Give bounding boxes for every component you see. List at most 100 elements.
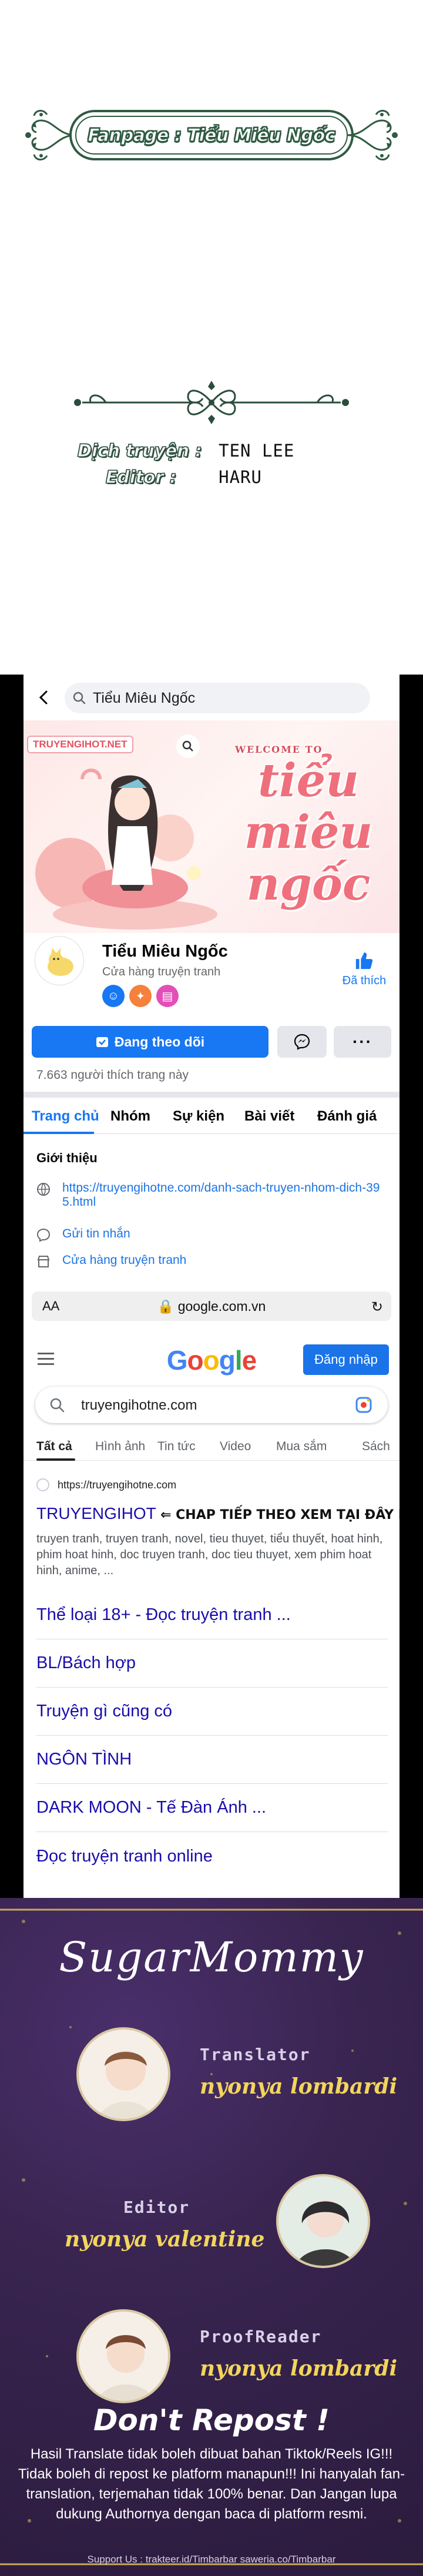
intro-shop-row[interactable]: Cửa hàng truyện tranh — [36, 1253, 186, 1269]
credit-translation-label: Dịch truyện : — [78, 441, 203, 461]
follow-label: Đang theo dõi — [114, 1034, 205, 1049]
likes-count: 7.663 người thích trang này — [36, 1068, 189, 1082]
intro-shop-link[interactable]: Cửa hàng truyện tranh — [62, 1253, 186, 1267]
back-arrow-icon[interactable] — [36, 690, 52, 705]
flourish-divider-icon — [74, 381, 349, 424]
result-title-link[interactable]: TRUYENGIHOT — [36, 1504, 156, 1522]
reload-icon[interactable]: ↻ — [371, 1299, 383, 1316]
sitelink-5[interactable]: DARK MOON - Tế Đàn Ánh ... — [36, 1784, 388, 1832]
sitelink-3[interactable]: Truyện gì cũng có — [36, 1688, 388, 1736]
sitelink-4[interactable]: NGÔN TÌNH — [36, 1736, 388, 1784]
cover-site-badge: TRUYENGIHOT.NET — [27, 736, 133, 753]
follow-check-icon — [96, 1037, 108, 1047]
badge-orange-icon: ✦ — [129, 985, 152, 1007]
google-tab-images[interactable]: Hình ảnh — [95, 1440, 145, 1454]
badge-pink-icon: ▤ — [156, 985, 179, 1007]
intro-message-link[interactable]: Gửi tin nhắn — [62, 1227, 130, 1241]
google-header: Google Đăng nhập — [24, 1339, 400, 1380]
sitelink-1[interactable]: Thể loại 18+ - Đọc truyện tranh ... — [36, 1591, 388, 1639]
page-badges: ☺ ✦ ▤ — [102, 985, 179, 1007]
thumbs-up-icon — [355, 952, 373, 970]
badge-blue-icon: ☺ — [102, 985, 125, 1007]
credit-translation-row: Dịch truyện : TEN LEE — [78, 441, 294, 461]
facebook-search-bar[interactable]: Tiểu Miêu Ngốc — [65, 683, 370, 713]
cover-title-line-1: tiểu — [258, 754, 359, 807]
proofreader-label: ProofReader — [200, 2327, 322, 2346]
page-cover-image[interactable]: TRUYENGIHOT.NET WELCOME TO tiểu miêu ngố… — [24, 720, 400, 933]
credits-poster: SugarMommy Translator nyonya lombardi Ed… — [0, 1898, 423, 2576]
credit-editor-value: HARU — [219, 467, 262, 487]
tab-reviews[interactable]: Đánh giá — [317, 1108, 377, 1125]
liked-label: Đã thích — [342, 974, 387, 987]
intro-website-row[interactable]: https://truyengihotne.com/danh-sach-truy… — [36, 1181, 383, 1209]
camera-lens-icon[interactable] — [355, 1396, 372, 1414]
cover-illustration — [35, 769, 217, 930]
translation-credits: Dịch truyện : TEN LEE Editor : HARU — [59, 376, 364, 511]
facebook-search-text: Tiểu Miêu Ngốc — [93, 689, 196, 706]
browser-domain-text: google.com.vn — [177, 1299, 266, 1314]
facebook-top-bar: Tiểu Miêu Ngốc — [24, 675, 400, 720]
search-icon — [50, 1398, 65, 1413]
page-category: Cửa hàng truyện tranh — [102, 965, 221, 978]
banner-right-ornament — [347, 110, 398, 160]
intro-message-row[interactable]: Gửi tin nhắn — [36, 1227, 130, 1242]
tab-home[interactable]: Trang chủ — [32, 1108, 99, 1125]
tab-posts[interactable]: Bài viết — [244, 1108, 294, 1125]
messenger-button[interactable] — [277, 1026, 327, 1058]
fanpage-banner: Fanpage : Tiểu Miêu Ngốc — [24, 103, 400, 167]
dont-repost-heading: Don't Repost ! — [93, 2403, 330, 2437]
page-avatar[interactable] — [35, 937, 83, 985]
google-tab-all[interactable]: Tất cả — [36, 1440, 72, 1454]
credit-translation-value: TEN LEE — [219, 441, 295, 461]
tab-events[interactable]: Sự kiện — [173, 1108, 224, 1125]
page-name: Tiểu Miêu Ngốc — [102, 942, 228, 961]
proofreader-name: nyonya lombardi — [200, 2356, 398, 2381]
phone-screen: Tiểu Miêu Ngốc TRUYENGIHOT.NET WELCOME T… — [24, 675, 400, 1898]
active-tab-indicator — [24, 1132, 94, 1134]
google-tab-news[interactable]: Tin tức — [157, 1440, 196, 1454]
search-icon — [73, 692, 86, 705]
intro-website-link[interactable]: https://truyengihotne.com/danh-sach-truy… — [62, 1181, 383, 1209]
result-snippet: truyen tranh, truyen tranh, novel, tieu … — [36, 1532, 383, 1577]
sitelink-2[interactable]: BL/Bách hợp — [36, 1639, 388, 1688]
phone-screenshot: Tiểu Miêu Ngốc TRUYENGIHOT.NET WELCOME T… — [0, 675, 423, 1898]
globe-icon — [37, 1183, 50, 1196]
result-site-url: https://truyengihotne.com — [58, 1478, 177, 1491]
cover-title-line-2: miêu — [244, 806, 373, 859]
messenger-small-icon — [36, 1228, 51, 1242]
translator-portrait — [76, 2027, 170, 2121]
next-chapter-annotation: ⇐ CHAP TIẾP THEO XEM TẠI ĐÂY NHA — [160, 1508, 400, 1522]
result-title-row: TRUYENGIHOT ⇐ CHAP TIẾP THEO XEM TẠI ĐÂY… — [36, 1504, 400, 1523]
page-actions: Đang theo dõi ··· — [32, 1026, 391, 1058]
follow-button[interactable]: Đang theo dõi — [32, 1026, 268, 1058]
cover-search-icon — [176, 734, 200, 758]
poster-note: Hasil Translate tidak boleh dibuat bahan… — [18, 2446, 405, 2522]
section-divider — [24, 1092, 400, 1098]
result-site[interactable]: https://truyengihotne.com — [36, 1478, 176, 1491]
translator-label: Translator — [200, 2045, 311, 2064]
tab-groups[interactable]: Nhóm — [110, 1108, 150, 1125]
google-query: truyengihotne.com — [81, 1397, 197, 1413]
credit-editor-row: Editor : HARU — [78, 467, 262, 488]
banner-text: Fanpage : Tiểu Miêu Ngốc — [88, 125, 335, 146]
editor-name: nyonya valentine — [65, 2227, 265, 2252]
editor-portrait — [276, 2174, 370, 2268]
browser-domain: 🔒 google.com.vn — [32, 1299, 391, 1314]
site-favicon-icon — [36, 1478, 49, 1491]
banner-left-ornament — [25, 110, 76, 160]
google-active-tab-indicator — [36, 1458, 75, 1461]
page-tabs: Trang chủ Nhóm Sự kiện Bài viết Đánh giá — [24, 1099, 400, 1134]
more-options-button[interactable]: ··· — [334, 1026, 391, 1058]
sign-in-button[interactable]: Đăng nhập — [303, 1344, 389, 1375]
editor-label: Editor — [123, 2198, 190, 2217]
google-tab-shopping[interactable]: Mua sắm — [276, 1440, 327, 1454]
google-tabs: Tất cả Hình ảnh Tin tức Video Mua sắm Sá… — [24, 1435, 400, 1461]
liked-button[interactable]: Đã thích — [341, 951, 388, 988]
translator-name: nyonya lombardi — [200, 2074, 398, 2099]
sitelink-6[interactable]: Đọc truyện tranh online — [36, 1832, 388, 1880]
credit-editor-label: Editor : — [106, 467, 177, 488]
google-tab-video[interactable]: Video — [220, 1440, 251, 1454]
browser-url-bar[interactable]: AA 🔒 google.com.vn ↻ — [32, 1292, 391, 1321]
google-search-box[interactable]: truyengihotne.com — [35, 1387, 388, 1423]
google-tab-books[interactable]: Sách — [362, 1440, 390, 1454]
